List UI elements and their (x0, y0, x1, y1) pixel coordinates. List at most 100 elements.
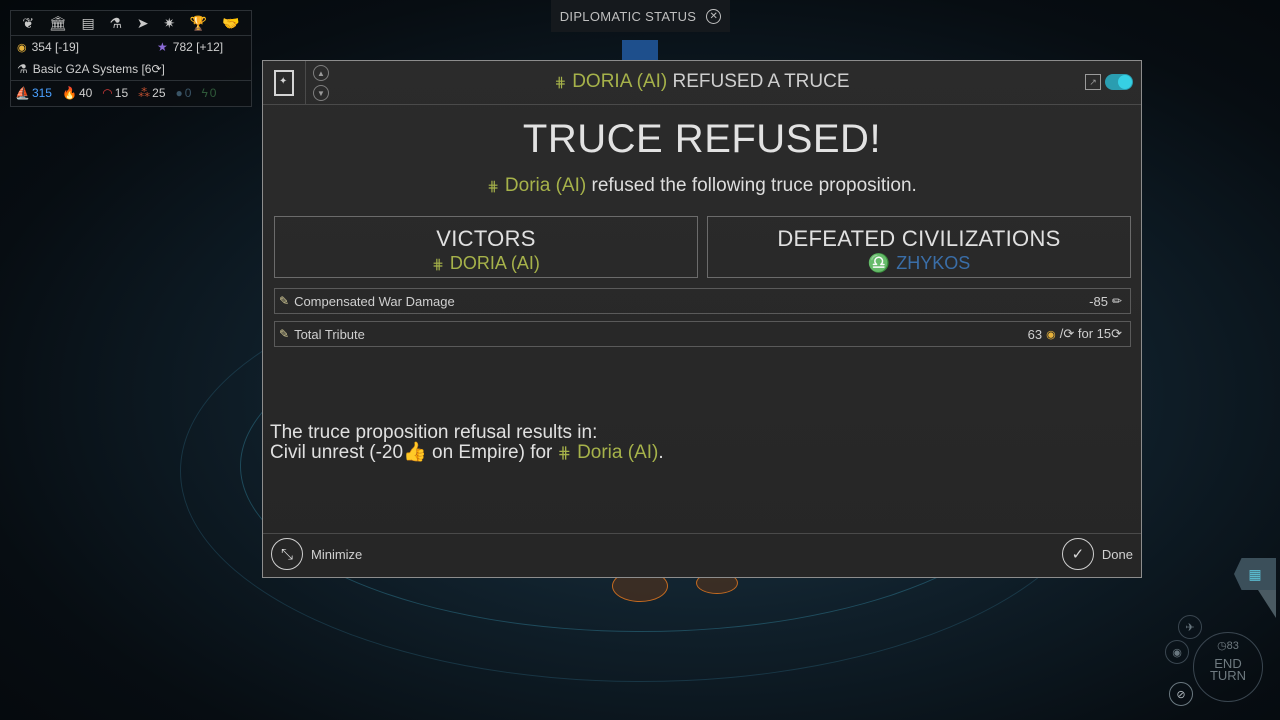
tribute-duration: /⟳ for 15⟳ (1059, 326, 1122, 341)
document-icon: ▦ (1248, 565, 1262, 582)
diplomacy-icon[interactable]: 🤝 (222, 15, 239, 32)
pop-value: 0 (184, 86, 192, 100)
dialog-subtitle: ⋕ Doria (AI) refused the following truce … (263, 175, 1141, 197)
pop-rust[interactable]: ⁂ 25 (138, 86, 165, 100)
defeated-box: DEFEATED CIVILIZATIONS ♎ ZHYKOS (707, 216, 1131, 278)
pop-dim-green[interactable]: ϟ0 (201, 86, 216, 100)
influence-icon: ★ (157, 40, 168, 54)
end-turn-button[interactable]: ◷83 END TURN (1193, 632, 1263, 702)
pop-value: 15 (114, 86, 129, 100)
done-label: Done (1101, 546, 1133, 562)
victors-box: VICTORS ⋕ DORIA (AI) (274, 216, 698, 278)
pop-value: 0 (209, 86, 217, 100)
refusal-result-text: The truce proposition refusal results in… (270, 423, 664, 464)
page-title: TRUCE REFUSED! (522, 117, 882, 161)
research-value: Basic G2A Systems [6⟳] (32, 62, 165, 76)
influence-resource[interactable]: ★ 782 [+12] (157, 40, 223, 54)
faction-emblem-icon: ⋕ (432, 256, 444, 272)
resource-row: ◉ 354 [-19] ★ 782 [+12] (11, 36, 251, 58)
defeated-faction: ZHYKOS (896, 253, 971, 273)
faction-emblem-icon: ⋕ (557, 445, 572, 462)
pop-dim-blue[interactable]: ● 0 (176, 86, 192, 100)
gold-value: 354 [-19] (31, 40, 79, 54)
result-faction: Doria (AI) (577, 442, 659, 463)
minimize-button[interactable]: ⤡ Minimize (271, 538, 362, 570)
helmet-icon: ◠ (102, 86, 113, 100)
defeated-value[interactable]: ♎ ZHYKOS (708, 253, 1130, 274)
pop-value: 25 (152, 86, 166, 100)
subtitle-faction: Doria (AI) (504, 175, 587, 196)
triad-icon: ⁂ (138, 86, 151, 100)
population-row: ⛵ 315 🔥 40 ◠ 15 ⁂ 25 ● 0 ϟ0 (11, 80, 251, 105)
result-line-2-a: Civil unrest (-20 (270, 442, 404, 463)
victors-faction: DORIA (AI) (449, 253, 540, 273)
notification-toggle[interactable] (1105, 74, 1133, 90)
title-text: REFUSED A TRUCE (667, 71, 850, 92)
faction-emblem-icon: ⋕ (554, 74, 567, 90)
diplomatic-status-tab: DIPLOMATIC STATUS ✕ (551, 0, 730, 32)
result-line-1: The truce proposition refusal results in… (270, 422, 598, 443)
empire-portrait[interactable] (622, 40, 658, 62)
pop-value: 315 (31, 86, 52, 100)
turn-number: 83 (1226, 640, 1239, 652)
zhykos-emblem-icon: ♎ (867, 253, 891, 273)
pop-value: 40 (78, 86, 93, 100)
war-damage-label: Compensated War Damage (294, 293, 455, 309)
dialog-footer: ⤡ Minimize ✓ Done (263, 533, 1141, 577)
cards-icon[interactable]: ▤ (81, 15, 94, 32)
flask-icon: ⚗ (17, 62, 28, 76)
pop-orange[interactable]: 🔥 40 (62, 86, 92, 100)
flame-icon: 🔥 (61, 86, 77, 100)
trophy-icon[interactable]: 🏆 (190, 15, 207, 32)
checkmark-icon: ✓ (1061, 538, 1094, 570)
war-damage-row: ✎ Compensated War Damage -85 ✏ (274, 288, 1131, 314)
result-line-2-end: . (658, 442, 664, 463)
empire-summary-panel: ❦ 🏛 ▤ ⚗ ➤ ✷ 🏆 🤝 ◉ 354 [-19] ★ 782 [+12] … (10, 10, 252, 107)
victors-label: VICTORS (436, 226, 536, 251)
action-button[interactable]: ✈ (1178, 615, 1202, 639)
close-icon[interactable]: ✕ (706, 8, 722, 24)
senate-icon[interactable]: 🏛 (49, 15, 67, 32)
planet-icon: ⊘ (1176, 688, 1186, 701)
done-button[interactable]: ✓ Done (1061, 538, 1133, 570)
dialog-header: ▲ ▼ ⋕DORIA (AI) REFUSED A TRUCE ↗ (263, 61, 1141, 105)
diplomatic-status-label: DIPLOMATIC STATUS (559, 8, 697, 24)
gold-resource[interactable]: ◉ 354 [-19] (17, 40, 157, 54)
flask-icon[interactable]: ⚗ (109, 15, 122, 32)
popout-icon[interactable]: ↗ (1085, 74, 1101, 90)
war-damage-value: -85 (1089, 293, 1108, 309)
pop-blue[interactable]: ⛵ 315 (15, 86, 52, 100)
satellite-icon: ✈ (1185, 621, 1195, 634)
victors-value[interactable]: ⋕ DORIA (AI) (275, 253, 697, 274)
minimize-icon: ⤡ (271, 538, 303, 570)
end-turn-label-2: TURN (1209, 668, 1247, 683)
result-line-2-b: on Empire) for (426, 442, 558, 463)
total-tribute-row: ✎ Total Tribute 63 ◉/⟳ for 15⟳ (274, 321, 1131, 347)
approval-icon: 👍 (403, 442, 427, 463)
clock-icon: ◷ (1217, 640, 1227, 652)
bolt-icon: ϟ (201, 86, 208, 100)
action-button[interactable]: ⊘ (1169, 682, 1193, 706)
influence-value: 782 [+12] (172, 40, 224, 54)
defeated-label: DEFEATED CIVILIZATIONS (777, 226, 1061, 251)
fleet-icon[interactable]: ➤ (137, 15, 149, 32)
edit-icon[interactable]: ✏ (1112, 294, 1122, 308)
gear-icon[interactable]: ✷ (163, 15, 175, 32)
notifications-side-tab[interactable]: ▦ (1234, 558, 1276, 590)
scroll-icon: ✎ (279, 294, 290, 308)
action-button[interactable]: ◉ (1165, 640, 1189, 664)
truce-refused-dialog: ▲ ▼ ⋕DORIA (AI) REFUSED A TRUCE ↗ TRUCE … (262, 60, 1142, 578)
tribute-amount: 63 (1027, 326, 1043, 342)
pop-red[interactable]: ◠ 15 (102, 86, 128, 100)
turn-counter: ◷83 (1194, 639, 1262, 652)
side-tab-tail (1258, 590, 1276, 618)
result-line-2: Civil unrest (-20👍 on Empire) for ⋕ Doria… (270, 443, 664, 464)
eye-icon: ◉ (1172, 646, 1182, 659)
dialog-title: ⋕ DORIA (AI) REFUSED A TRUCE (263, 71, 1141, 93)
dust-icon: ◉ (17, 41, 27, 54)
empire-tab-bar: ❦ 🏛 ▤ ⚗ ➤ ✷ 🏆 🤝 (11, 11, 251, 36)
faction-emblem-icon: ⋕ (487, 178, 499, 194)
scroll-icon: ✎ (279, 327, 290, 341)
research-row[interactable]: ⚗ Basic G2A Systems [6⟳] (11, 58, 251, 80)
laurel-icon[interactable]: ❦ (22, 15, 34, 32)
